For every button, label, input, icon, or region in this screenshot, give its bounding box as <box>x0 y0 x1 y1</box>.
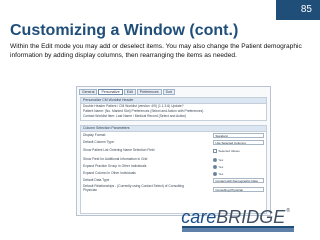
page-number: 85 <box>300 4 312 15</box>
field-control: Yes <box>213 164 264 169</box>
field-label: Default Data Type <box>83 177 110 182</box>
field-label: Default Relationships - (Currently using… <box>83 184 184 192</box>
radio-label: Yes <box>218 171 224 176</box>
tab-preferences[interactable]: Preferences <box>136 89 162 95</box>
field-default-column-type: Default Column Type: Use Selected Column… <box>81 139 266 146</box>
field-default-relationships: Default Relationships - (Currently using… <box>81 184 266 194</box>
slide-description: Within the Edit mode you may add or dese… <box>10 43 302 59</box>
default-data-type-dropdown[interactable]: Contact with Demographic Data <box>213 178 264 183</box>
edit-mode-screenshot: General Personalize Edit Preferences Sor… <box>76 86 271 216</box>
display-format-dropdown[interactable]: Standard <box>213 133 264 138</box>
checkbox-selected-values[interactable] <box>213 149 218 153</box>
radio-yes[interactable] <box>213 171 218 176</box>
radio-yes[interactable] <box>213 157 218 162</box>
worklist-header-panel: Personalize CM Worklist Header Double He… <box>80 97 267 121</box>
default-relationships-dropdown[interactable]: Consulting Physician <box>213 186 264 192</box>
logo-trademark: ® <box>286 208 290 214</box>
field-control: Yes <box>213 157 264 162</box>
page-number-strip: 85 <box>276 0 320 20</box>
slide-title: Customizing a Window (cont.) <box>10 22 239 39</box>
default-column-type-dropdown[interactable]: Use Selected Columns <box>213 140 264 145</box>
field-default-data-type: Default Data Type Contact with Demograph… <box>81 177 266 184</box>
field-expand-practice-group: Expand Practice Group In Other Individua… <box>81 163 266 170</box>
top-bar: 85 <box>0 0 320 20</box>
field-control: Selected Values <box>213 149 264 153</box>
tab-personalize[interactable]: Personalize <box>98 89 123 95</box>
radio-yes[interactable] <box>213 164 218 169</box>
field-display-format: Display Format: Standard <box>81 132 266 139</box>
carebridge-logo: care BRIDGE ® <box>181 207 294 230</box>
worklist-line-3: Contact Worklist Item: Last Name / Medic… <box>83 114 187 118</box>
field-additional-info: Show Field for Additional Information in… <box>81 156 266 163</box>
field-control: Consulting Physician <box>213 186 264 192</box>
radio-label: Yes <box>218 157 224 162</box>
field-control: Contact with Demographic Data <box>213 178 264 183</box>
tab-sort[interactable]: Sort <box>162 89 176 95</box>
screenshot-tabs: General Personalize Edit Preferences Sor… <box>79 89 268 95</box>
field-control: Standard <box>213 133 264 138</box>
logo-care-text: care <box>181 207 217 227</box>
checkbox-label: Selected Values <box>218 149 240 153</box>
tab-edit[interactable]: Edit <box>123 89 136 95</box>
field-label: Show Field for Additional Information in… <box>83 156 148 161</box>
field-control: Yes <box>213 171 264 176</box>
radio-label: Yes <box>218 164 224 169</box>
field-label: Expand Column In Other Individuals <box>83 170 136 175</box>
field-label: Display Format: <box>83 132 107 137</box>
field-control: Use Selected Columns <box>213 140 264 145</box>
tab-general[interactable]: General <box>79 89 98 95</box>
logo-accent-bar <box>182 228 294 232</box>
field-label: Default Column Type: <box>83 139 115 144</box>
field-expand-column: Expand Column In Other Individuals Yes <box>81 170 266 177</box>
column-selection-panel: Column Selection Parameters Display Form… <box>80 125 267 214</box>
field-patient-list-ordering: Show Patient List Ordering Name Selectio… <box>81 146 266 156</box>
field-label: Show Patient List Ordering Name Selectio… <box>83 148 155 153</box>
logo-bridge-text: BRIDGE <box>216 207 286 227</box>
field-label: Expand Practice Group In Other Individua… <box>83 163 147 168</box>
